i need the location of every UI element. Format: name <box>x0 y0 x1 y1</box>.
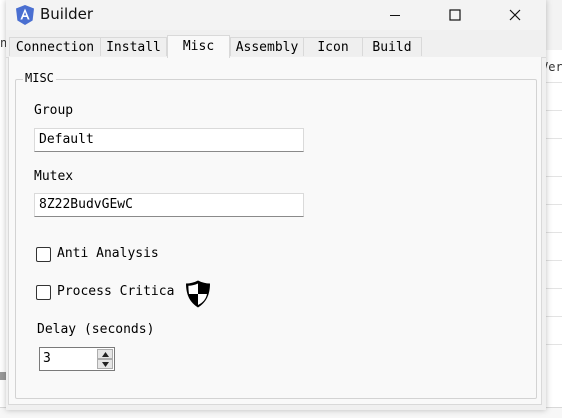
group-label: Group <box>34 103 74 118</box>
tab-strip: Connection Install Misc Assembly Icon Bu… <box>6 35 546 58</box>
misc-tab-page: MISC Group Default Mutex 8Z22BudvGEwC An… <box>8 57 542 405</box>
mutex-label: Mutex <box>34 169 74 184</box>
anti-analysis-label[interactable]: Anti Analysis <box>57 246 159 261</box>
shield-icon <box>186 280 210 308</box>
chevron-up-icon <box>101 351 109 357</box>
groupbox-title: MISC <box>23 71 56 85</box>
anti-analysis-checkbox[interactable] <box>36 247 51 262</box>
window-title: Builder <box>40 5 94 23</box>
close-button[interactable] <box>492 0 538 30</box>
tab-build[interactable]: Build <box>362 37 422 56</box>
process-critical-checkbox[interactable] <box>36 285 51 300</box>
delay-label: Delay (seconds) <box>37 322 155 337</box>
minimize-icon <box>390 15 400 16</box>
mutex-input[interactable]: 8Z22BudvGEwC <box>34 193 304 217</box>
delay-value[interactable]: 3 <box>43 351 51 366</box>
tab-icon[interactable]: Icon <box>303 37 363 56</box>
delay-spinner[interactable]: 3 <box>39 347 115 371</box>
title-bar[interactable]: Builder <box>6 0 546 30</box>
minimize-button[interactable] <box>372 0 418 30</box>
maximize-icon <box>449 9 461 21</box>
close-icon <box>509 9 521 21</box>
tab-connection[interactable]: Connection <box>9 37 101 56</box>
spinner-down-button[interactable] <box>97 359 113 369</box>
tab-install[interactable]: Install <box>100 37 167 56</box>
app-logo-icon <box>16 5 34 25</box>
spinner-up-button[interactable] <box>97 349 113 359</box>
maximize-button[interactable] <box>432 0 478 30</box>
tab-misc[interactable]: Misc <box>167 35 230 58</box>
chevron-down-icon <box>101 361 109 367</box>
process-critical-label[interactable]: Process Critica <box>57 284 174 299</box>
builder-window: Builder Connection Install Misc Assembly… <box>6 0 546 410</box>
tab-assembly[interactable]: Assembly <box>230 37 304 56</box>
group-input[interactable]: Default <box>34 128 304 152</box>
